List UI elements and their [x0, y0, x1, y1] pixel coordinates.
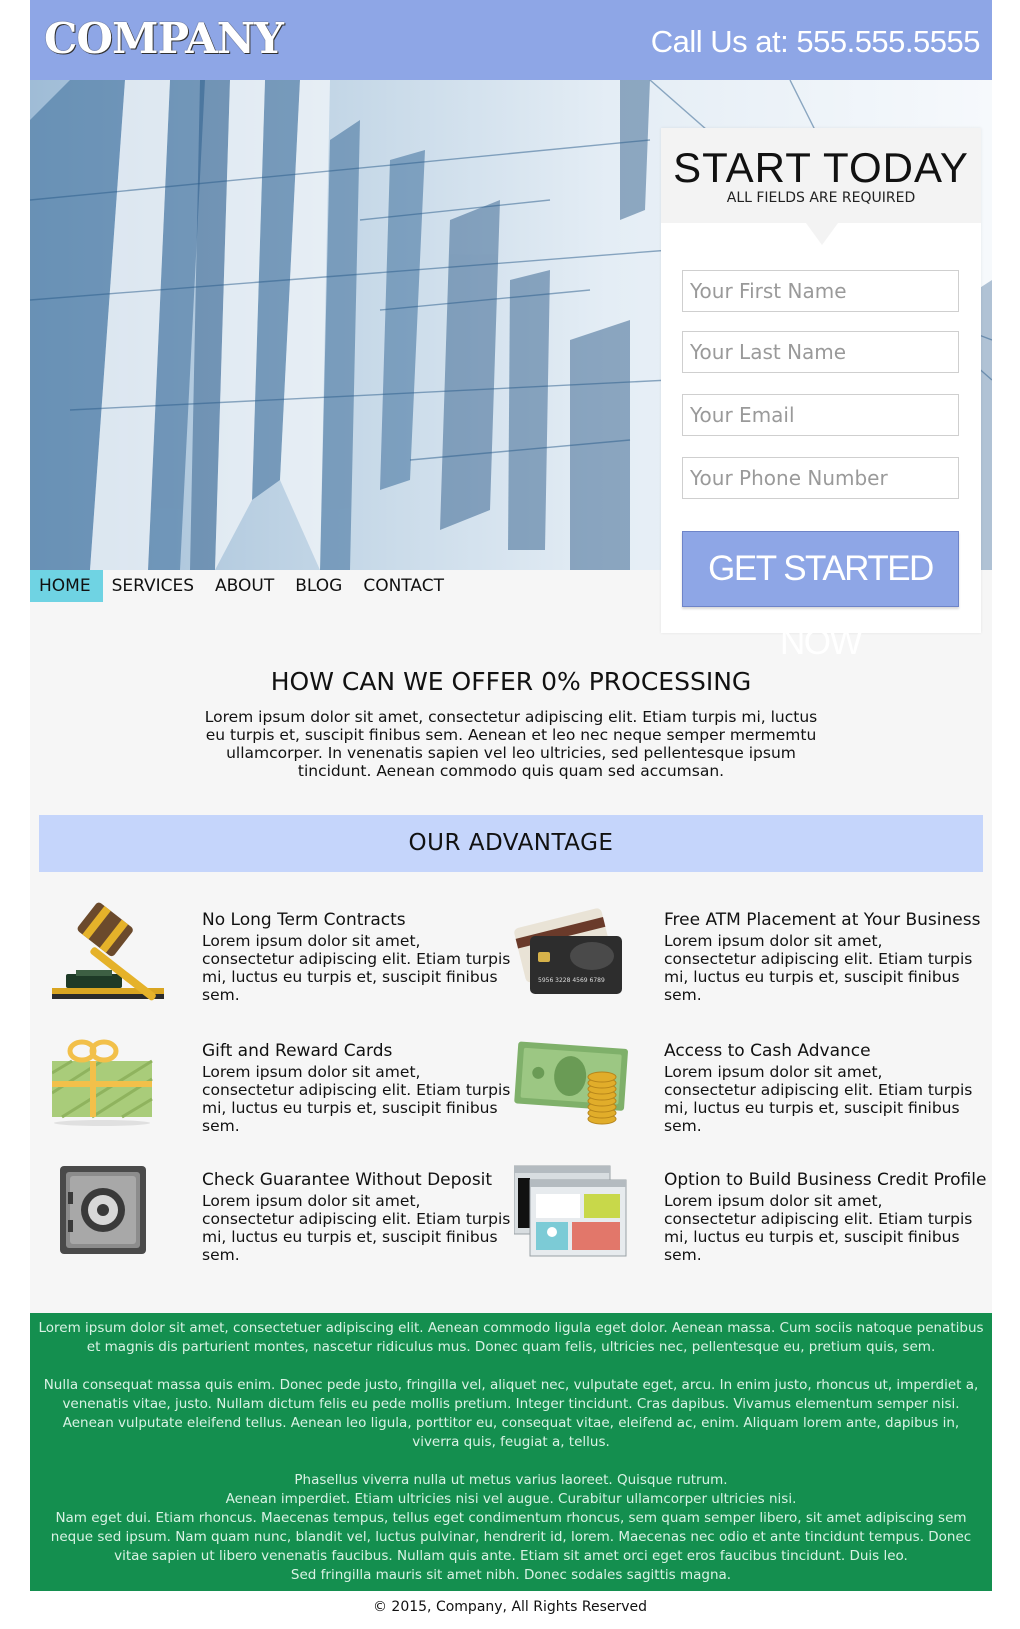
phone-number[interactable]: Call Us at: 555.555.5555 — [651, 24, 981, 60]
feature-description: Lorem ipsum dolor sit amet, consectetur … — [202, 1192, 511, 1264]
feature-description: Lorem ipsum dolor sit amet, consectetur … — [664, 1192, 973, 1264]
cash-coins-icon — [514, 1033, 634, 1133]
safe-icon — [52, 1162, 172, 1262]
footer-paragraph: Sed fringilla mauris sit amet nibh. Done… — [290, 1567, 732, 1583]
feature-description: Lorem ipsum dolor sit amet, consectetur … — [664, 932, 973, 1004]
feature-title: No Long Term Contracts — [202, 910, 406, 930]
form-title: START TODAY — [673, 144, 969, 191]
get-started-button[interactable]: GET STARTED NOW — [682, 531, 959, 662]
company-logo[interactable]: COMPANY — [44, 14, 284, 63]
nav-contact[interactable]: CONTACT — [354, 570, 456, 602]
web-profile-icon — [513, 1162, 634, 1262]
feature-no-contracts: No Long Term Contracts Lorem ipsum dolor… — [52, 902, 510, 1012]
main-nav: HOME SERVICES ABOUT BLOG CONTACT — [30, 570, 456, 602]
card-number: 5956 3228 4569 6789 — [538, 977, 605, 984]
advantage-heading: OUR ADVANTAGE — [39, 815, 983, 872]
footer-paragraph: Lorem ipsum dolor sit amet, consectetuer… — [38, 1320, 984, 1355]
gavel-icon — [52, 902, 172, 1002]
footer-paragraph: Phasellus viverra nulla ut metus varius … — [294, 1472, 728, 1488]
feature-description: Lorem ipsum dolor sit amet, consectetur … — [664, 1063, 973, 1135]
feature-credit-profile: Option to Build Business Credit Profile … — [513, 1162, 986, 1272]
signup-form: START TODAY ALL FIELDS ARE REQUIRED GET … — [661, 128, 981, 662]
footer-text-block: Lorem ipsum dolor sit amet, consectetuer… — [30, 1313, 992, 1591]
feature-check-guarantee: Check Guarantee Without Deposit Lorem ip… — [52, 1162, 510, 1272]
feature-title: Gift and Reward Cards — [202, 1041, 393, 1061]
copyright: © 2015, Company, All Rights Reserved — [372, 1599, 648, 1615]
footer-paragraph: Nam eget dui. Etiam rhoncus. Maecenas te… — [50, 1510, 972, 1564]
form-subtitle: ALL FIELDS ARE REQUIRED — [726, 190, 916, 206]
site-header: COMPANY Call Us at: 555.555.5555 — [30, 0, 992, 80]
footer-paragraph: Nulla consequat massa quis enim. Donec p… — [43, 1377, 979, 1450]
form-header-pointer — [806, 223, 838, 245]
nav-about[interactable]: ABOUT — [206, 570, 286, 602]
feature-atm-placement: 5956 3228 4569 6789 Free ATM Placement a… — [514, 902, 980, 1012]
last-name-field[interactable] — [682, 331, 959, 373]
footer-paragraph: Aenean imperdiet. Etiam ultricies nisi v… — [225, 1491, 797, 1507]
form-header: START TODAY ALL FIELDS ARE REQUIRED — [661, 128, 981, 223]
phone-field[interactable] — [682, 457, 959, 499]
credit-card-icon: 5956 3228 4569 6789 — [514, 902, 634, 1002]
first-name-field[interactable] — [682, 270, 959, 312]
nav-blog[interactable]: BLOG — [286, 570, 354, 602]
feature-cash-advance: Access to Cash Advance Lorem ipsum dolor… — [514, 1033, 972, 1143]
gift-icon — [51, 1033, 172, 1133]
nav-services[interactable]: SERVICES — [103, 570, 206, 602]
feature-title: Access to Cash Advance — [664, 1041, 871, 1061]
nav-home[interactable]: HOME — [30, 570, 103, 602]
feature-title: Check Guarantee Without Deposit — [202, 1170, 493, 1190]
intro-text: Lorem ipsum dolor sit amet, consectetur … — [204, 708, 818, 780]
intro-title: HOW CAN WE OFFER 0% PROCESSING — [270, 667, 752, 696]
feature-title: Free ATM Placement at Your Business — [664, 910, 981, 930]
feature-description: Lorem ipsum dolor sit amet, consectetur … — [202, 1063, 511, 1135]
feature-gift-cards: Gift and Reward Cards Lorem ipsum dolor … — [51, 1033, 510, 1143]
email-field[interactable] — [682, 394, 959, 436]
feature-title: Option to Build Business Credit Profile — [664, 1170, 987, 1190]
feature-description: Lorem ipsum dolor sit amet, consectetur … — [202, 932, 511, 1004]
page-container: COMPANY Call Us at: 555.555.5555 HOME SE… — [30, 0, 992, 1591]
